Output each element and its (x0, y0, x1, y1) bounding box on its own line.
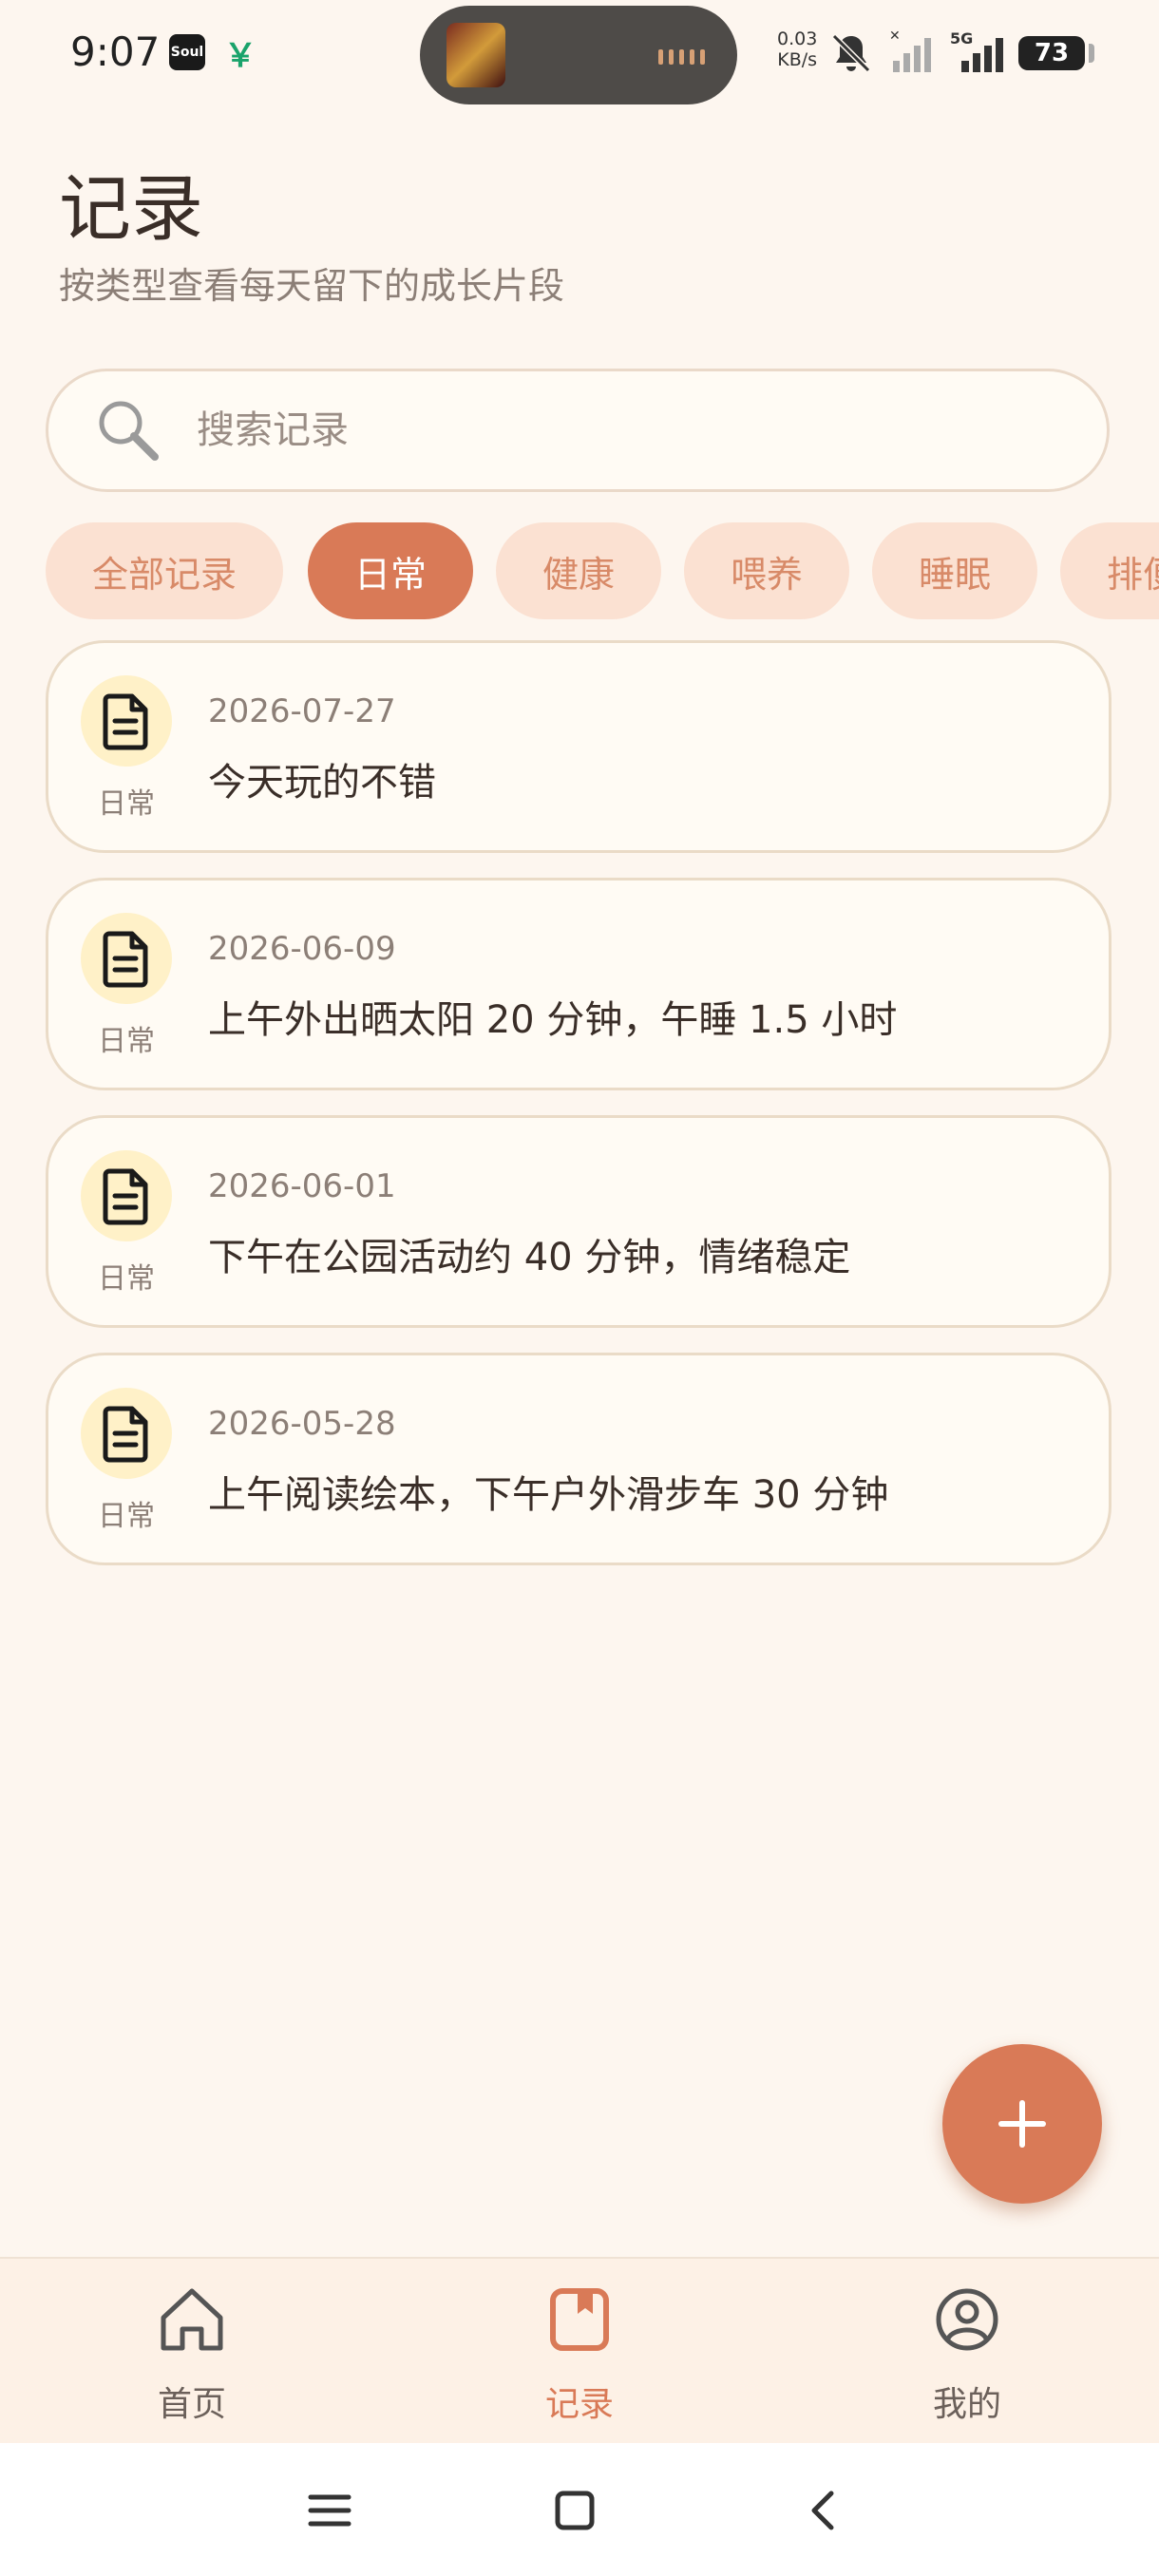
filter-chips: 全部记录 日常 健康 喂养 睡眠 排便 (46, 522, 1159, 619)
network-speed-unit: KB/s (777, 49, 818, 70)
document-icon (103, 693, 148, 750)
back-icon (811, 2491, 834, 2530)
filter-chip-sleep[interactable]: 睡眠 (872, 522, 1037, 619)
record-card[interactable]: 日常 2026-06-09 上午外出晒太阳 20 分钟，午睡 1.5 小时 (46, 878, 1112, 1090)
menu-icon (308, 2494, 352, 2527)
nav-label-home: 首页 (157, 2385, 226, 2424)
filter-chip-all[interactable]: 全部记录 (46, 522, 283, 619)
network-speed: 0.03 KB/s (777, 28, 817, 70)
home-icon (161, 2288, 223, 2351)
record-text: 上午阅读绘本，下午户外滑步车 30 分钟 (208, 1473, 889, 1517)
status-icons: ✕ 5G 73 (828, 25, 1094, 82)
plus-icon (998, 2100, 1046, 2148)
svg-text:✕: ✕ (889, 30, 901, 44)
record-date: 2026-06-01 (208, 1167, 396, 1205)
nav-label-records: 记录 (544, 2385, 614, 2424)
record-text: 今天玩的不错 (208, 761, 436, 805)
signal-5g-icon: 5G (950, 30, 1003, 72)
record-icon-badge (81, 913, 172, 1004)
document-icon (103, 931, 148, 988)
record-date: 2026-05-28 (208, 1405, 396, 1443)
payment-app-icon: ￥ (224, 36, 256, 75)
record-category: 日常 (98, 1262, 155, 1296)
add-record-button[interactable] (942, 2044, 1102, 2204)
record-category: 日常 (98, 787, 155, 821)
record-icon-badge (81, 675, 172, 767)
network-type-label: 5G (950, 30, 973, 47)
system-home-button[interactable] (542, 2477, 608, 2544)
filter-chip-bowel[interactable]: 排便 (1060, 522, 1159, 619)
signal-icon: ✕ (889, 30, 931, 72)
system-back-button[interactable] (790, 2477, 857, 2544)
nav-label-profile: 我的 (932, 2385, 1001, 2424)
record-category: 日常 (98, 1500, 155, 1533)
game-thumbnail-icon (446, 23, 505, 87)
record-icon-badge (81, 1388, 172, 1479)
record-card[interactable]: 日常 2026-07-27 今天玩的不错 (46, 640, 1112, 853)
book-icon (550, 2288, 609, 2351)
home-square-icon (555, 2491, 595, 2530)
bottom-nav: 首页 记录 我的 (0, 2257, 1159, 2443)
nav-item-records[interactable]: 记录 (466, 2259, 694, 2445)
page-title: 记录 (59, 166, 203, 251)
record-text: 上午外出晒太阳 20 分钟，午睡 1.5 小时 (208, 998, 898, 1042)
audio-bars-icon (658, 49, 705, 65)
record-icon-badge (81, 1150, 172, 1241)
system-nav (0, 2443, 1159, 2576)
record-category: 日常 (98, 1025, 155, 1058)
document-icon (103, 1168, 148, 1225)
status-time: 9:07 (70, 28, 161, 75)
battery-icon: 73 (1018, 36, 1094, 70)
status-bar: 9:07 Soul ￥ 0.03 KB/s ✕ 5G 73 (0, 0, 1159, 104)
record-card[interactable]: 日常 2026-06-01 下午在公园活动约 40 分钟，情绪稳定 (46, 1115, 1112, 1328)
search-input[interactable] (195, 407, 1035, 453)
record-text: 下午在公园活动约 40 分钟，情绪稳定 (208, 1236, 851, 1279)
profile-icon (936, 2288, 998, 2351)
record-card[interactable]: 日常 2026-05-28 上午阅读绘本，下午户外滑步车 30 分钟 (46, 1353, 1112, 1565)
filter-chip-health[interactable]: 健康 (496, 522, 661, 619)
search-bar[interactable] (46, 369, 1110, 492)
nav-item-home[interactable]: 首页 (78, 2259, 306, 2445)
soul-app-icon: Soul (169, 34, 205, 70)
record-date: 2026-07-27 (208, 692, 396, 730)
network-speed-value: 0.03 (777, 28, 818, 49)
document-icon (103, 1406, 148, 1463)
mute-icon (831, 33, 871, 73)
recent-apps-button[interactable] (296, 2477, 363, 2544)
filter-chip-daily[interactable]: 日常 (308, 522, 473, 619)
nav-item-profile[interactable]: 我的 (853, 2259, 1081, 2445)
filter-chip-feeding[interactable]: 喂养 (684, 522, 849, 619)
page-subtitle: 按类型查看每天留下的成长片段 (59, 265, 565, 307)
dynamic-island[interactable] (420, 6, 737, 104)
search-icon (99, 401, 159, 461)
record-date: 2026-06-09 (208, 930, 396, 968)
